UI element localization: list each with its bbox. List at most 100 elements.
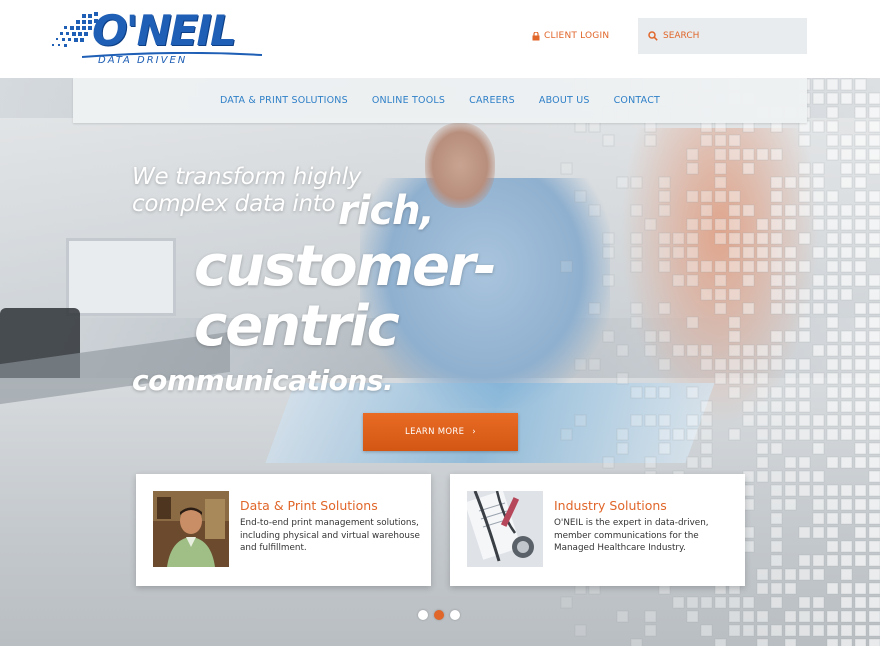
pixel-tile [869,639,880,646]
pixel-tile [701,359,712,370]
pixel-tile [771,569,782,580]
pixel-tile [589,303,600,314]
carousel-dot-2[interactable] [434,610,444,620]
pixel-tile [841,569,852,580]
pixel-tile [785,639,796,646]
pixel-tile [729,247,740,258]
card-industry-solutions[interactable]: Industry Solutions O'NEIL is the expert … [450,474,745,586]
pixel-tile [673,597,684,608]
pixel-tile [631,205,642,216]
pixel-tile [841,149,852,160]
pixel-tile [701,401,712,412]
pixel-tile [841,555,852,566]
pixel-tile [869,317,880,328]
hero-banner: DATA & PRINT SOLUTIONS ONLINE TOOLS CARE… [0,78,880,646]
pixel-tile [743,625,754,636]
search-box[interactable] [638,18,807,54]
pixel-tile [841,219,852,230]
pixel-tile [701,457,712,468]
pixel-tile [799,205,810,216]
pixel-tile [701,597,712,608]
pixel-tile [799,359,810,370]
pixel-tile [799,471,810,482]
pixel-tile [855,443,866,454]
pixel-tile [799,261,810,272]
carousel-dot-1[interactable] [418,610,428,620]
nav-contact[interactable]: CONTACT [614,95,660,106]
pixel-tile [659,177,670,188]
pixel-tile [827,331,838,342]
pixel-tile [757,625,768,636]
pixel-tile [785,457,796,468]
pixel-tile [575,415,586,426]
pixel-tile [813,93,824,104]
pixel-tile [659,261,670,272]
pixel-tile [799,597,810,608]
pixel-tile [743,247,754,258]
pixel-tile [715,289,726,300]
pixel-tile [659,443,670,454]
pixel-tile [827,135,838,146]
pixel-tile [785,289,796,300]
pixel-tile [799,415,810,426]
nav-careers[interactable]: CAREERS [469,95,515,106]
nav-online-tools[interactable]: ONLINE TOOLS [372,95,445,106]
nav-about-us[interactable]: ABOUT US [539,95,590,106]
pixel-tile [771,471,782,482]
pixel-tile [785,275,796,286]
pixel-tile [799,611,810,622]
card-title[interactable]: Industry Solutions [554,498,667,513]
pixel-tile [687,149,698,160]
pixel-tile [855,625,866,636]
pixel-tile [659,205,670,216]
pixel-tile [757,345,768,356]
pixel-tile [855,415,866,426]
pixel-tile [771,219,782,230]
pixel-tile [785,261,796,272]
pixel-tile [785,471,796,482]
pixel-tile [869,219,880,230]
pixel-tile [855,555,866,566]
card-title[interactable]: Data & Print Solutions [240,498,378,513]
pixel-tile [813,429,824,440]
search-input[interactable] [663,31,793,41]
pixel-tile [701,219,712,230]
pixel-tile [799,233,810,244]
pixel-tile [869,289,880,300]
pixel-tile [841,639,852,646]
nav-data-print-solutions[interactable]: DATA & PRINT SOLUTIONS [220,95,348,106]
oneil-logo[interactable]: O'NEIL DATA DRIVEN [52,6,274,68]
pixel-tile [869,331,880,342]
pixel-tile [827,373,838,384]
pixel-tile [757,457,768,468]
pixel-tile [813,275,824,286]
pixel-tile [659,303,670,314]
pixel-tile [715,163,726,174]
card-data-print-solutions[interactable]: Data & Print Solutions End-to-end print … [136,474,431,586]
pixel-tile [575,625,586,636]
pixel-tile [855,457,866,468]
pixel-tile [687,163,698,174]
pixel-tile [645,611,656,622]
pixel-tile [827,303,838,314]
pixel-tile [771,205,782,216]
pixel-tile [869,499,880,510]
pixel-tile [827,541,838,552]
pixel-tile [841,513,852,524]
pixel-tile [841,177,852,188]
pixel-tile [771,583,782,594]
pixel-tile [855,513,866,524]
pixel-tile [855,79,866,90]
pixel-tile [855,163,866,174]
pixel-tile [715,191,726,202]
pixel-tile [841,611,852,622]
pixel-tile [715,261,726,272]
pixel-tile [659,233,670,244]
learn-more-button[interactable]: LEARN MORE › [363,413,518,451]
pixel-tile [841,597,852,608]
pixel-tile [799,555,810,566]
client-login-link[interactable]: CLIENT LOGIN [532,29,609,43]
carousel-dot-3[interactable] [450,610,460,620]
pixel-tile [729,625,740,636]
pixel-tile [813,303,824,314]
